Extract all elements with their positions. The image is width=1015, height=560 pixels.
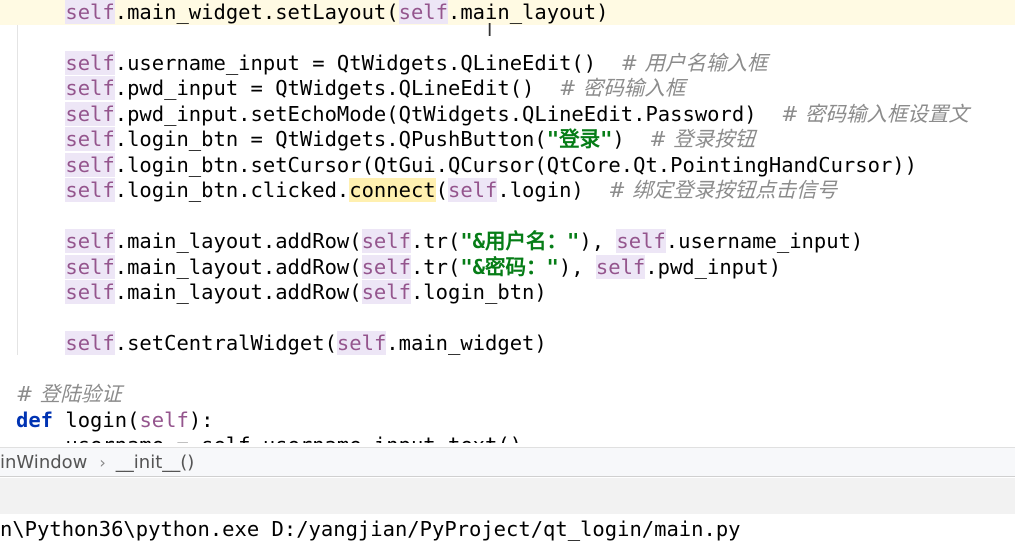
code-self: self xyxy=(448,178,498,202)
code-token: .login_btn) xyxy=(410,280,547,304)
code-line[interactable]: self.setCentralWidget(self.main_widget) xyxy=(0,331,1015,357)
code-self: self xyxy=(336,331,387,355)
code-token: connect xyxy=(349,178,436,202)
code-comment: # 密码输入框设置文 xyxy=(781,101,969,126)
code-self: self xyxy=(65,229,115,253)
code-line[interactable]: self.main_layout.addRow(self.tr("&密码："),… xyxy=(0,254,1015,281)
code-line[interactable]: self.login_btn = QtWidgets.QPushButton("… xyxy=(0,127,1015,153)
code-line[interactable]: self.main_widget.setLayout(self.main_lay… xyxy=(0,0,1015,25)
code-line[interactable] xyxy=(0,306,1015,332)
code-self: self xyxy=(595,254,646,279)
code-comment: # 登陆验证 xyxy=(16,382,122,406)
code-line[interactable] xyxy=(0,204,1015,230)
code-self: self xyxy=(65,331,115,355)
code-self: self xyxy=(65,280,115,304)
code-self: self xyxy=(65,178,115,202)
code-token: .pwd_input) xyxy=(645,254,782,279)
code-token: .tr( xyxy=(410,254,461,279)
code-token: .main_layout.addRow( xyxy=(114,254,362,279)
code-token: .username_input) xyxy=(665,229,864,253)
code-token: ): xyxy=(188,407,214,432)
code-token: .main_widget) xyxy=(386,331,547,355)
code-self: self xyxy=(398,0,448,24)
console-next-line-clipped xyxy=(0,552,1015,560)
code-line[interactable]: # 登陆验证 xyxy=(0,382,1015,408)
code-token: .pwd_input.setEchoMode(QtWidgets.QLineEd… xyxy=(114,101,782,126)
breadcrumb: inWindow › __init__() xyxy=(0,447,1015,477)
code-self: self xyxy=(65,76,115,100)
code-token: ), xyxy=(558,254,596,279)
code-keyword: def xyxy=(16,407,54,432)
code-self: self xyxy=(65,0,115,24)
code-line[interactable]: self.login_btn.clicked.connect(self.logi… xyxy=(0,178,1015,204)
code-line[interactable]: def login(self): xyxy=(0,408,1015,434)
i-beam-cursor-icon: I xyxy=(487,20,493,41)
code-token: .login_btn.setCursor(QtGui.QCursor(QtCor… xyxy=(114,152,917,177)
code-token: .login_btn.clicked. xyxy=(114,178,350,202)
code-self: self xyxy=(65,152,115,177)
code-token: .setCentralWidget( xyxy=(114,331,337,355)
breadcrumb-method[interactable]: __init__() xyxy=(116,448,195,478)
code-comment: # 密码输入框 xyxy=(559,76,686,100)
code-token: .pwd_input = QtWidgets.QLineEdit() xyxy=(114,76,560,100)
code-line[interactable]: self.main_layout.addRow(self.login_btn) xyxy=(0,280,1015,306)
code-token: .username_input = QtWidgets.QLineEdit() xyxy=(114,50,621,75)
code-line[interactable]: self.pwd_input.setEchoMode(QtWidgets.QLi… xyxy=(0,101,1015,128)
code-self: self xyxy=(361,280,411,304)
code-string: "登录" xyxy=(546,127,613,151)
code-self: self xyxy=(361,229,411,253)
console-command-line: n\Python36\python.exe D:/yangjian/PyProj… xyxy=(0,517,741,541)
code-token: username = self.username_input.text() xyxy=(65,433,523,447)
code-self: self xyxy=(65,127,115,151)
code-comment: # 用户名输入框 xyxy=(620,50,768,75)
code-line[interactable] xyxy=(0,357,1015,383)
code-token: .main_widget.setLayout( xyxy=(114,0,399,24)
code-token: .login_btn = QtWidgets.QPushButton( xyxy=(114,127,547,151)
code-string: "&用户名：" xyxy=(460,229,580,253)
code-self: self xyxy=(65,50,115,75)
run-panel-toolbar xyxy=(0,478,1015,515)
code-line[interactable]: username = self.username_input.text() xyxy=(0,433,1015,447)
code-editor[interactable]: self.main_widget.setLayout(self.main_lay… xyxy=(0,0,1015,447)
breadcrumb-class[interactable]: inWindow xyxy=(0,448,87,478)
code-self: self xyxy=(361,254,411,279)
code-line[interactable]: self.pwd_input = QtWidgets.QLineEdit() #… xyxy=(0,76,1015,102)
code-token: .main_layout) xyxy=(448,0,609,24)
code-self: self xyxy=(139,407,189,432)
code-line[interactable] xyxy=(0,25,1015,51)
code-line[interactable]: self.login_btn.setCursor(QtGui.QCursor(Q… xyxy=(0,152,1015,179)
code-token: .tr( xyxy=(410,229,461,253)
code-token: .main_layout.addRow( xyxy=(114,280,362,304)
code-comment: # 绑定登录按钮点击信号 xyxy=(608,178,838,202)
code-token: ( xyxy=(435,178,448,202)
code-line[interactable]: self.main_layout.addRow(self.tr("&用户名：")… xyxy=(0,229,1015,255)
code-self: self xyxy=(616,229,666,253)
code-line[interactable]: self.username_input = QtWidgets.QLineEdi… xyxy=(0,50,1015,77)
code-token: ) xyxy=(612,127,650,151)
code-self: self xyxy=(65,254,115,279)
code-token: ), xyxy=(579,229,617,253)
code-string: "&密码：" xyxy=(460,254,559,279)
code-token: .main_layout.addRow( xyxy=(114,229,362,253)
code-self: self xyxy=(65,101,115,126)
code-token: login( xyxy=(53,407,140,432)
code-token: .login) xyxy=(497,178,609,202)
run-console[interactable]: n\Python36\python.exe D:/yangjian/PyProj… xyxy=(0,514,1015,557)
chevron-right-icon: › xyxy=(99,453,106,472)
code-comment: # 登录按钮 xyxy=(649,127,756,151)
